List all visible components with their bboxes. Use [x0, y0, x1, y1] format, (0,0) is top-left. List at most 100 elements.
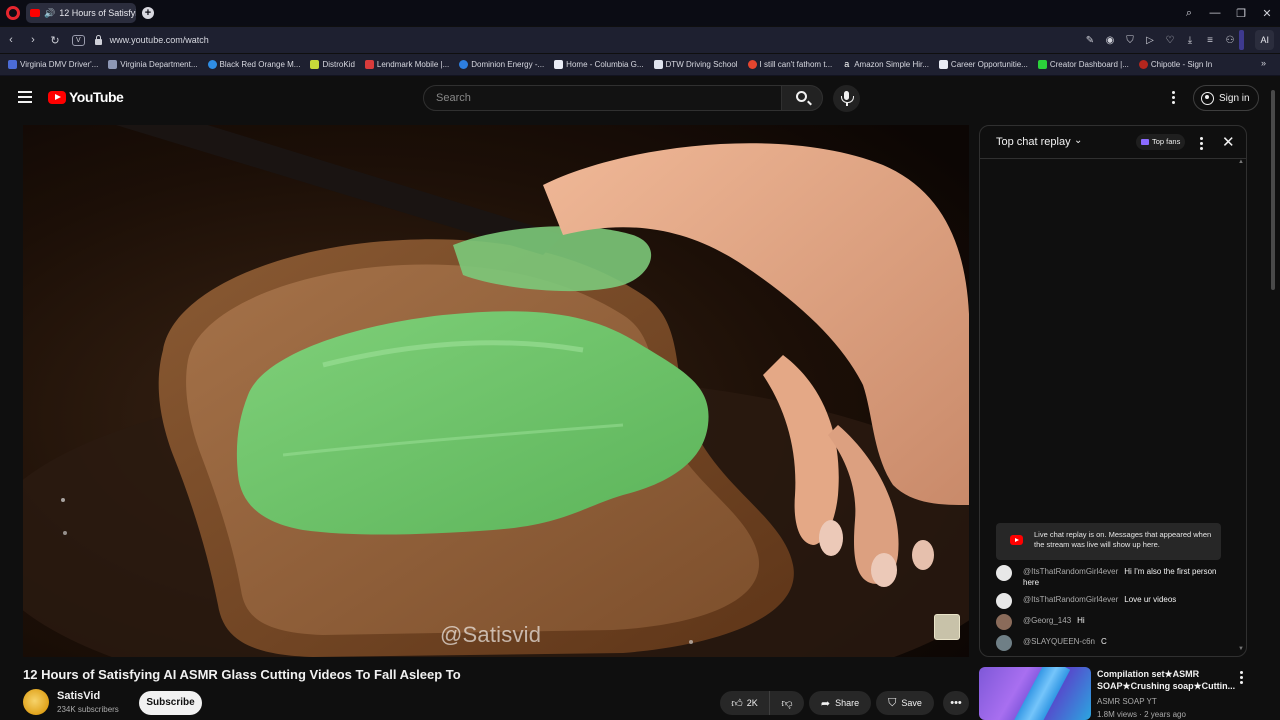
sidebar-accent — [1239, 30, 1244, 50]
close-chat-icon[interactable]: ✕ — [1222, 133, 1235, 151]
search-input[interactable]: Search — [423, 85, 782, 111]
bookmark-item[interactable]: DTW Driving School — [653, 60, 738, 69]
back-button[interactable]: ‹ — [0, 34, 22, 46]
recommended-video-channel[interactable]: ASMR SOAP YT — [1097, 697, 1157, 706]
page-scrollbar[interactable] — [1271, 90, 1275, 290]
channel-watermark-icon[interactable] — [934, 614, 960, 640]
share-label: Share — [835, 698, 860, 708]
bookmark-favicon-icon — [459, 60, 469, 69]
chat-author[interactable]: @Georg_143 — [1023, 616, 1071, 625]
search-tabs-icon[interactable]: ⌕ — [1176, 7, 1202, 20]
chat-avatar[interactable] — [996, 635, 1012, 651]
bookmark-item[interactable]: I still can't fathom t... — [747, 60, 832, 69]
bookmark-item[interactable]: Lendmark Mobile |... — [364, 60, 449, 69]
vpn-badge-icon[interactable]: V — [72, 34, 85, 46]
amazon-favicon-icon: a — [842, 59, 852, 69]
player-icon[interactable]: ▷ — [1142, 35, 1158, 46]
video-player[interactable]: @Satisvid — [23, 125, 969, 657]
search-icon — [796, 91, 807, 102]
chat-author[interactable]: @ItsThatRandomGirl4ever — [1023, 567, 1118, 576]
chat-avatar[interactable] — [996, 614, 1012, 630]
search-button[interactable] — [781, 85, 823, 111]
channel-name[interactable]: SatisVid — [57, 690, 100, 702]
address-bar: ‹ › ↻ V www.youtube.com/watch ✎ ◉ ⛉ ▷ ♡ … — [0, 27, 1280, 53]
tab-title: 12 Hours of Satisfying — [59, 8, 136, 18]
live-chat-panel: Top chat replay ⌄ Top fans ✕ ▲ Live chat… — [979, 125, 1247, 657]
edit-icon[interactable]: ✎ — [1082, 35, 1098, 46]
bookmark-favicon-icon — [1138, 60, 1148, 69]
top-fans-button[interactable]: Top fans — [1136, 134, 1186, 150]
more-actions-button[interactable]: ••• — [943, 691, 969, 715]
bookmark-item[interactable]: Virginia Department... — [108, 60, 198, 69]
browser-tab-active[interactable]: 🔊 12 Hours of Satisfying — [26, 3, 136, 23]
restore-button[interactable]: ❐ — [1228, 7, 1254, 20]
bookmark-item[interactable]: Chipotle - Sign In — [1138, 60, 1212, 69]
settings-kebab-icon[interactable] — [1172, 91, 1176, 106]
bookmarks-overflow-icon[interactable]: » — [1261, 58, 1266, 68]
recommended-video-meta: 1.8M views · 2 years ago — [1097, 710, 1186, 719]
bookmark-item[interactable]: Creator Dashboard |... — [1037, 60, 1129, 69]
dislike-button[interactable]: 👎︎ — [770, 697, 804, 710]
share-arrow-icon: ➦ — [820, 697, 831, 710]
chat-text: Love ur videos — [1124, 595, 1177, 604]
address-bar-tools: ✎ ◉ ⛉ ▷ ♡ ⤓ ≡ ⚇ — [1082, 27, 1238, 53]
like-button[interactable]: 👍︎ 2K — [720, 691, 770, 715]
bookmark-item[interactable]: Career Opportunitie... — [938, 60, 1028, 69]
reload-button[interactable]: ↻ — [44, 34, 66, 47]
new-tab-button[interactable]: + — [142, 7, 154, 19]
bookmark-favicon-icon — [108, 60, 118, 69]
bookmark-favicon-icon — [554, 60, 564, 69]
crown-icon — [1141, 139, 1149, 145]
save-button[interactable]: ⛉ Save — [876, 691, 934, 715]
close-window-button[interactable]: ✕ — [1254, 7, 1280, 20]
scroll-down-arrow-icon[interactable]: ▼ — [1238, 646, 1244, 652]
bookmark-icon: ⛉ — [888, 696, 897, 709]
thumbs-up-icon: 👍︎ — [731, 697, 743, 710]
guide-menu-icon[interactable] — [18, 91, 32, 103]
url-field[interactable]: www.youtube.com/watch — [110, 35, 209, 45]
speaker-icon[interactable]: 🔊 — [44, 8, 55, 19]
subscriber-count: 234K subscribers — [57, 705, 119, 714]
youtube-header: YouTube Search Sign in — [0, 77, 1280, 121]
bookmark-item[interactable]: DistroKid — [310, 60, 355, 69]
menu-icon[interactable]: ≡ — [1202, 35, 1218, 46]
voice-search-button[interactable] — [833, 85, 860, 112]
chat-options-icon[interactable] — [1200, 137, 1203, 152]
like-dislike-group: 👍︎ 2K 👎︎ — [720, 691, 804, 715]
minimize-button[interactable]: — — [1202, 7, 1228, 19]
chat-author[interactable]: @ItsThatRandomGirl4ever — [1023, 595, 1118, 604]
subscribe-button[interactable]: Subscribe — [139, 691, 202, 715]
youtube-logo[interactable]: YouTube — [48, 89, 124, 105]
chat-avatar[interactable] — [996, 565, 1012, 581]
bookmark-item[interactable]: Home - Columbia G... — [554, 60, 644, 69]
bookmark-favicon-icon — [364, 60, 374, 69]
camera-icon[interactable]: ◉ — [1102, 35, 1118, 46]
chat-mode-dropdown[interactable]: Top chat replay — [996, 136, 1071, 148]
chat-avatar[interactable] — [996, 593, 1012, 609]
bookmark-item[interactable]: a Amazon Simple Hir... — [842, 60, 929, 69]
heart-icon[interactable]: ♡ — [1162, 35, 1178, 46]
forward-button[interactable]: › — [22, 34, 44, 46]
scroll-up-arrow-icon[interactable]: ▲ — [1238, 159, 1244, 165]
profile-icon[interactable]: ⚇ — [1222, 35, 1238, 46]
shield-icon[interactable]: ⛉ — [1122, 35, 1138, 46]
bookmark-item[interactable]: Black Red Orange M... — [207, 60, 300, 69]
opera-logo-icon[interactable] — [6, 6, 20, 20]
channel-avatar[interactable] — [23, 689, 49, 715]
chevron-down-icon[interactable]: ⌄ — [1074, 135, 1082, 146]
ai-button[interactable]: AI — [1255, 30, 1274, 50]
chat-author[interactable]: @SLAYQUEEN-c6n — [1023, 637, 1095, 646]
recommended-video-title[interactable]: Compilation set★ASMR SOAP★Crushing soap★… — [1097, 668, 1237, 692]
bookmark-item[interactable]: Dominion Energy -... — [459, 60, 544, 69]
share-button[interactable]: ➦ Share — [809, 691, 871, 715]
sign-in-button[interactable]: Sign in — [1193, 85, 1259, 111]
recommended-video-menu-icon[interactable] — [1240, 671, 1243, 686]
bookmark-item[interactable]: Virginia DMV Driver'... — [8, 60, 98, 69]
lock-icon[interactable] — [94, 35, 102, 45]
download-icon[interactable]: ⤓ — [1182, 35, 1198, 46]
bookmark-favicon-icon — [310, 60, 320, 69]
youtube-play-icon — [48, 90, 66, 104]
recommended-video-thumbnail[interactable] — [979, 667, 1091, 720]
chat-text: Hi — [1077, 616, 1085, 625]
chat-text: C — [1101, 637, 1107, 646]
